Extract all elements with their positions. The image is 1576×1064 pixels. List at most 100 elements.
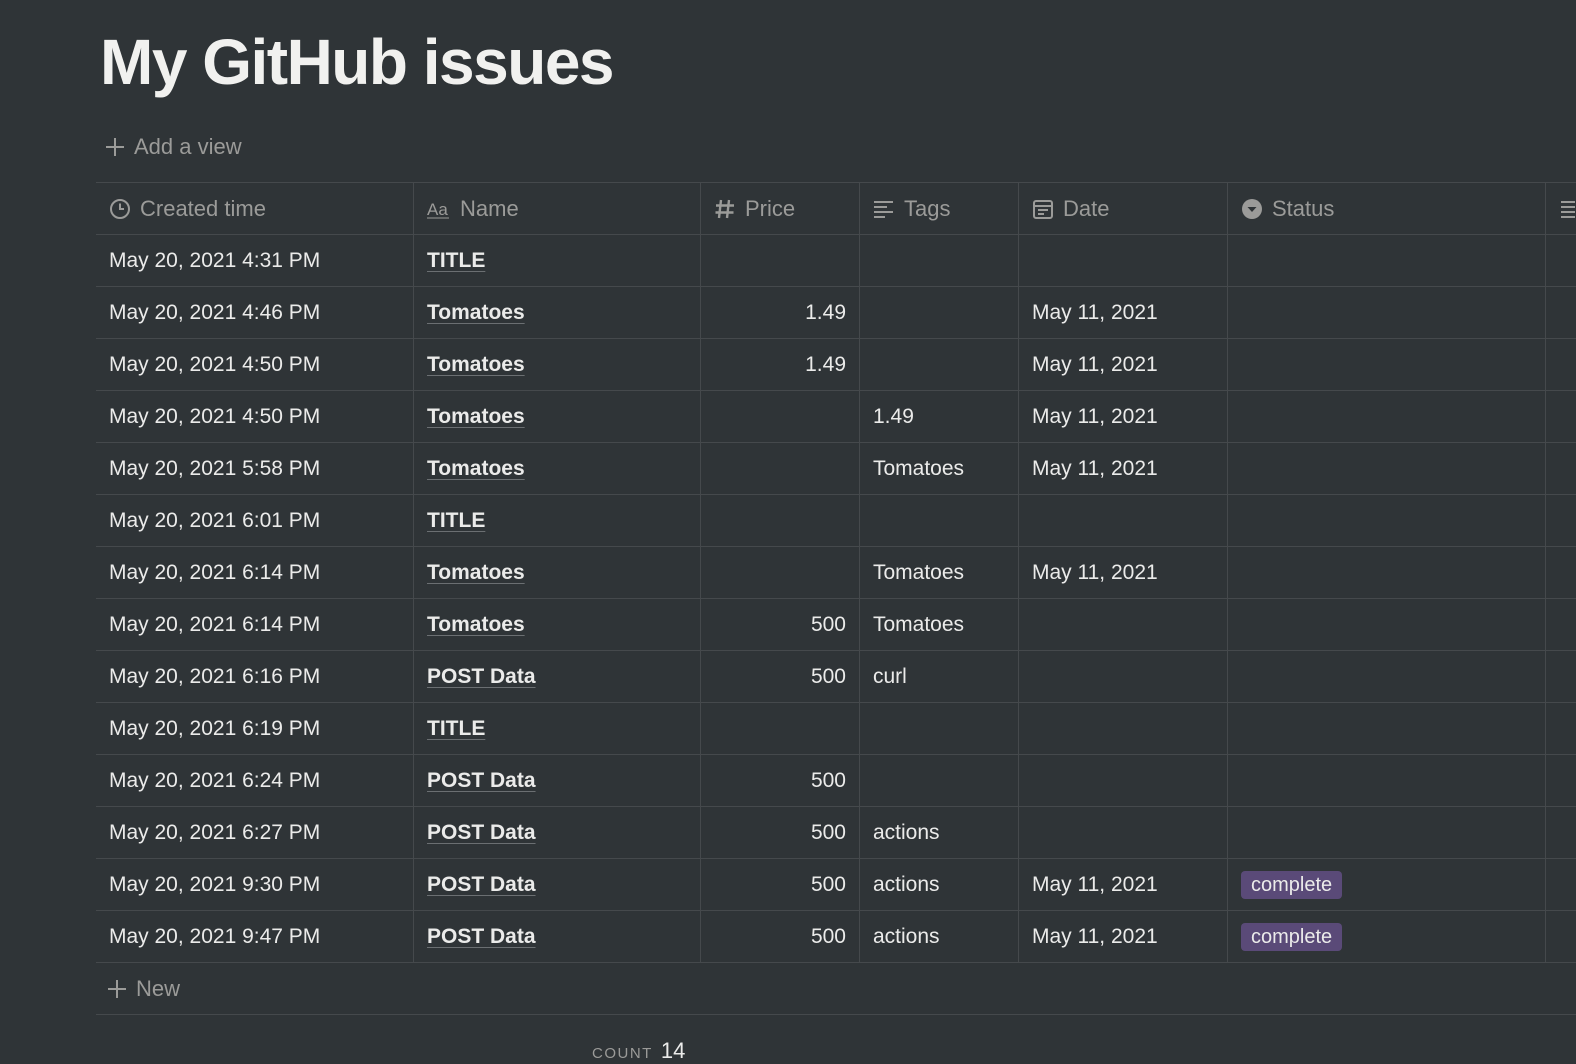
name-cell[interactable]: Tomatoes: [414, 599, 701, 650]
status-cell[interactable]: complete: [1228, 859, 1546, 910]
name-cell[interactable]: POST Data: [414, 651, 701, 702]
name-cell[interactable]: Tomatoes: [414, 339, 701, 390]
price-cell[interactable]: [701, 235, 860, 286]
price-cell[interactable]: 500: [701, 599, 860, 650]
tags-cell[interactable]: 1.49: [860, 391, 1019, 442]
status-cell[interactable]: [1228, 391, 1546, 442]
name-link[interactable]: Tomatoes: [427, 353, 525, 377]
price-cell[interactable]: 1.49: [701, 339, 860, 390]
name-link[interactable]: POST Data: [427, 821, 536, 845]
table-row[interactable]: May 20, 2021 4:50 PM Tomatoes 1.49 May 11, …: [96, 339, 1576, 391]
name-cell[interactable]: POST Data: [414, 911, 701, 962]
date-cell[interactable]: [1019, 703, 1228, 754]
tags-cell[interactable]: curl: [860, 651, 1019, 702]
tags-cell[interactable]: actions: [860, 859, 1019, 910]
created-time-cell[interactable]: May 20, 2021 6:14 PM: [96, 547, 414, 598]
date-cell[interactable]: May 11, 2021: [1019, 391, 1228, 442]
date-cell[interactable]: [1019, 599, 1228, 650]
status-cell[interactable]: [1228, 755, 1546, 806]
table-row[interactable]: May 20, 2021 6:14 PM Tomatoes 500 Tomatoes: [96, 599, 1576, 651]
name-link[interactable]: POST Data: [427, 873, 536, 897]
date-cell[interactable]: May 11, 2021: [1019, 339, 1228, 390]
column-header-name[interactable]: Aa Name: [414, 183, 701, 234]
price-cell[interactable]: [701, 391, 860, 442]
table-row[interactable]: May 20, 2021 6:19 PM TITLE: [96, 703, 1576, 755]
date-cell[interactable]: May 11, 2021: [1019, 547, 1228, 598]
column-header-date[interactable]: Date: [1019, 183, 1228, 234]
name-cell[interactable]: Tomatoes: [414, 443, 701, 494]
created-time-cell[interactable]: May 20, 2021 6:24 PM: [96, 755, 414, 806]
status-cell[interactable]: [1228, 547, 1546, 598]
price-cell[interactable]: [701, 443, 860, 494]
name-link[interactable]: POST Data: [427, 769, 536, 793]
tags-cell[interactable]: Tomatoes: [860, 443, 1019, 494]
tags-cell[interactable]: Tomatoes: [860, 547, 1019, 598]
status-cell[interactable]: [1228, 495, 1546, 546]
date-cell[interactable]: [1019, 755, 1228, 806]
table-row[interactable]: May 20, 2021 6:24 PM POST Data 500: [96, 755, 1576, 807]
status-cell[interactable]: [1228, 807, 1546, 858]
name-link[interactable]: TITLE: [427, 717, 485, 741]
price-cell[interactable]: 1.49: [701, 287, 860, 338]
name-cell[interactable]: Tomatoes: [414, 287, 701, 338]
created-time-cell[interactable]: May 20, 2021 9:30 PM: [96, 859, 414, 910]
name-cell[interactable]: POST Data: [414, 859, 701, 910]
date-cell[interactable]: May 11, 2021: [1019, 911, 1228, 962]
date-cell[interactable]: [1019, 807, 1228, 858]
date-cell[interactable]: [1019, 651, 1228, 702]
date-cell[interactable]: [1019, 495, 1228, 546]
price-cell[interactable]: 500: [701, 755, 860, 806]
status-cell[interactable]: [1228, 703, 1546, 754]
new-row-button[interactable]: New: [96, 963, 1576, 1015]
date-cell[interactable]: May 11, 2021: [1019, 859, 1228, 910]
tags-cell[interactable]: [860, 339, 1019, 390]
tags-cell[interactable]: [860, 755, 1019, 806]
price-cell[interactable]: 500: [701, 911, 860, 962]
table-row[interactable]: May 20, 2021 6:14 PM Tomatoes Tomatoes May …: [96, 547, 1576, 599]
price-cell[interactable]: [701, 703, 860, 754]
date-cell[interactable]: [1019, 235, 1228, 286]
status-cell[interactable]: [1228, 287, 1546, 338]
table-row[interactable]: May 20, 2021 9:30 PM POST Data 500 actions M…: [96, 859, 1576, 911]
name-cell[interactable]: POST Data: [414, 807, 701, 858]
column-header-status[interactable]: Status: [1228, 183, 1546, 234]
date-cell[interactable]: May 11, 2021: [1019, 443, 1228, 494]
name-cell[interactable]: TITLE: [414, 495, 701, 546]
column-header-price[interactable]: Price: [701, 183, 860, 234]
name-link[interactable]: POST Data: [427, 925, 536, 949]
name-cell[interactable]: Tomatoes: [414, 547, 701, 598]
status-cell[interactable]: [1228, 235, 1546, 286]
status-cell[interactable]: [1228, 443, 1546, 494]
tags-cell[interactable]: [860, 703, 1019, 754]
tags-cell[interactable]: [860, 287, 1019, 338]
created-time-cell[interactable]: May 20, 2021 6:16 PM: [96, 651, 414, 702]
name-cell[interactable]: Tomatoes: [414, 391, 701, 442]
column-header-tags[interactable]: Tags: [860, 183, 1019, 234]
price-cell[interactable]: 500: [701, 807, 860, 858]
name-link[interactable]: TITLE: [427, 249, 485, 273]
price-cell[interactable]: 500: [701, 651, 860, 702]
created-time-cell[interactable]: May 20, 2021 4:31 PM: [96, 235, 414, 286]
price-cell[interactable]: [701, 495, 860, 546]
created-time-cell[interactable]: May 20, 2021 9:47 PM: [96, 911, 414, 962]
tags-cell[interactable]: [860, 235, 1019, 286]
created-time-cell[interactable]: May 20, 2021 6:27 PM: [96, 807, 414, 858]
name-cell[interactable]: POST Data: [414, 755, 701, 806]
name-link[interactable]: Tomatoes: [427, 561, 525, 585]
created-time-cell[interactable]: May 20, 2021 6:14 PM: [96, 599, 414, 650]
name-link[interactable]: POST Data: [427, 665, 536, 689]
column-header-overflow[interactable]: [1546, 183, 1576, 234]
created-time-cell[interactable]: May 20, 2021 6:19 PM: [96, 703, 414, 754]
status-cell[interactable]: [1228, 339, 1546, 390]
tags-cell[interactable]: actions: [860, 911, 1019, 962]
name-link[interactable]: Tomatoes: [427, 613, 525, 637]
created-time-cell[interactable]: May 20, 2021 5:58 PM: [96, 443, 414, 494]
created-time-cell[interactable]: May 20, 2021 4:50 PM: [96, 391, 414, 442]
name-link[interactable]: Tomatoes: [427, 301, 525, 325]
name-cell[interactable]: TITLE: [414, 703, 701, 754]
status-cell[interactable]: [1228, 599, 1546, 650]
status-cell[interactable]: complete: [1228, 911, 1546, 962]
column-header-created-time[interactable]: Created time: [96, 183, 414, 234]
created-time-cell[interactable]: May 20, 2021 6:01 PM: [96, 495, 414, 546]
tags-cell[interactable]: [860, 495, 1019, 546]
